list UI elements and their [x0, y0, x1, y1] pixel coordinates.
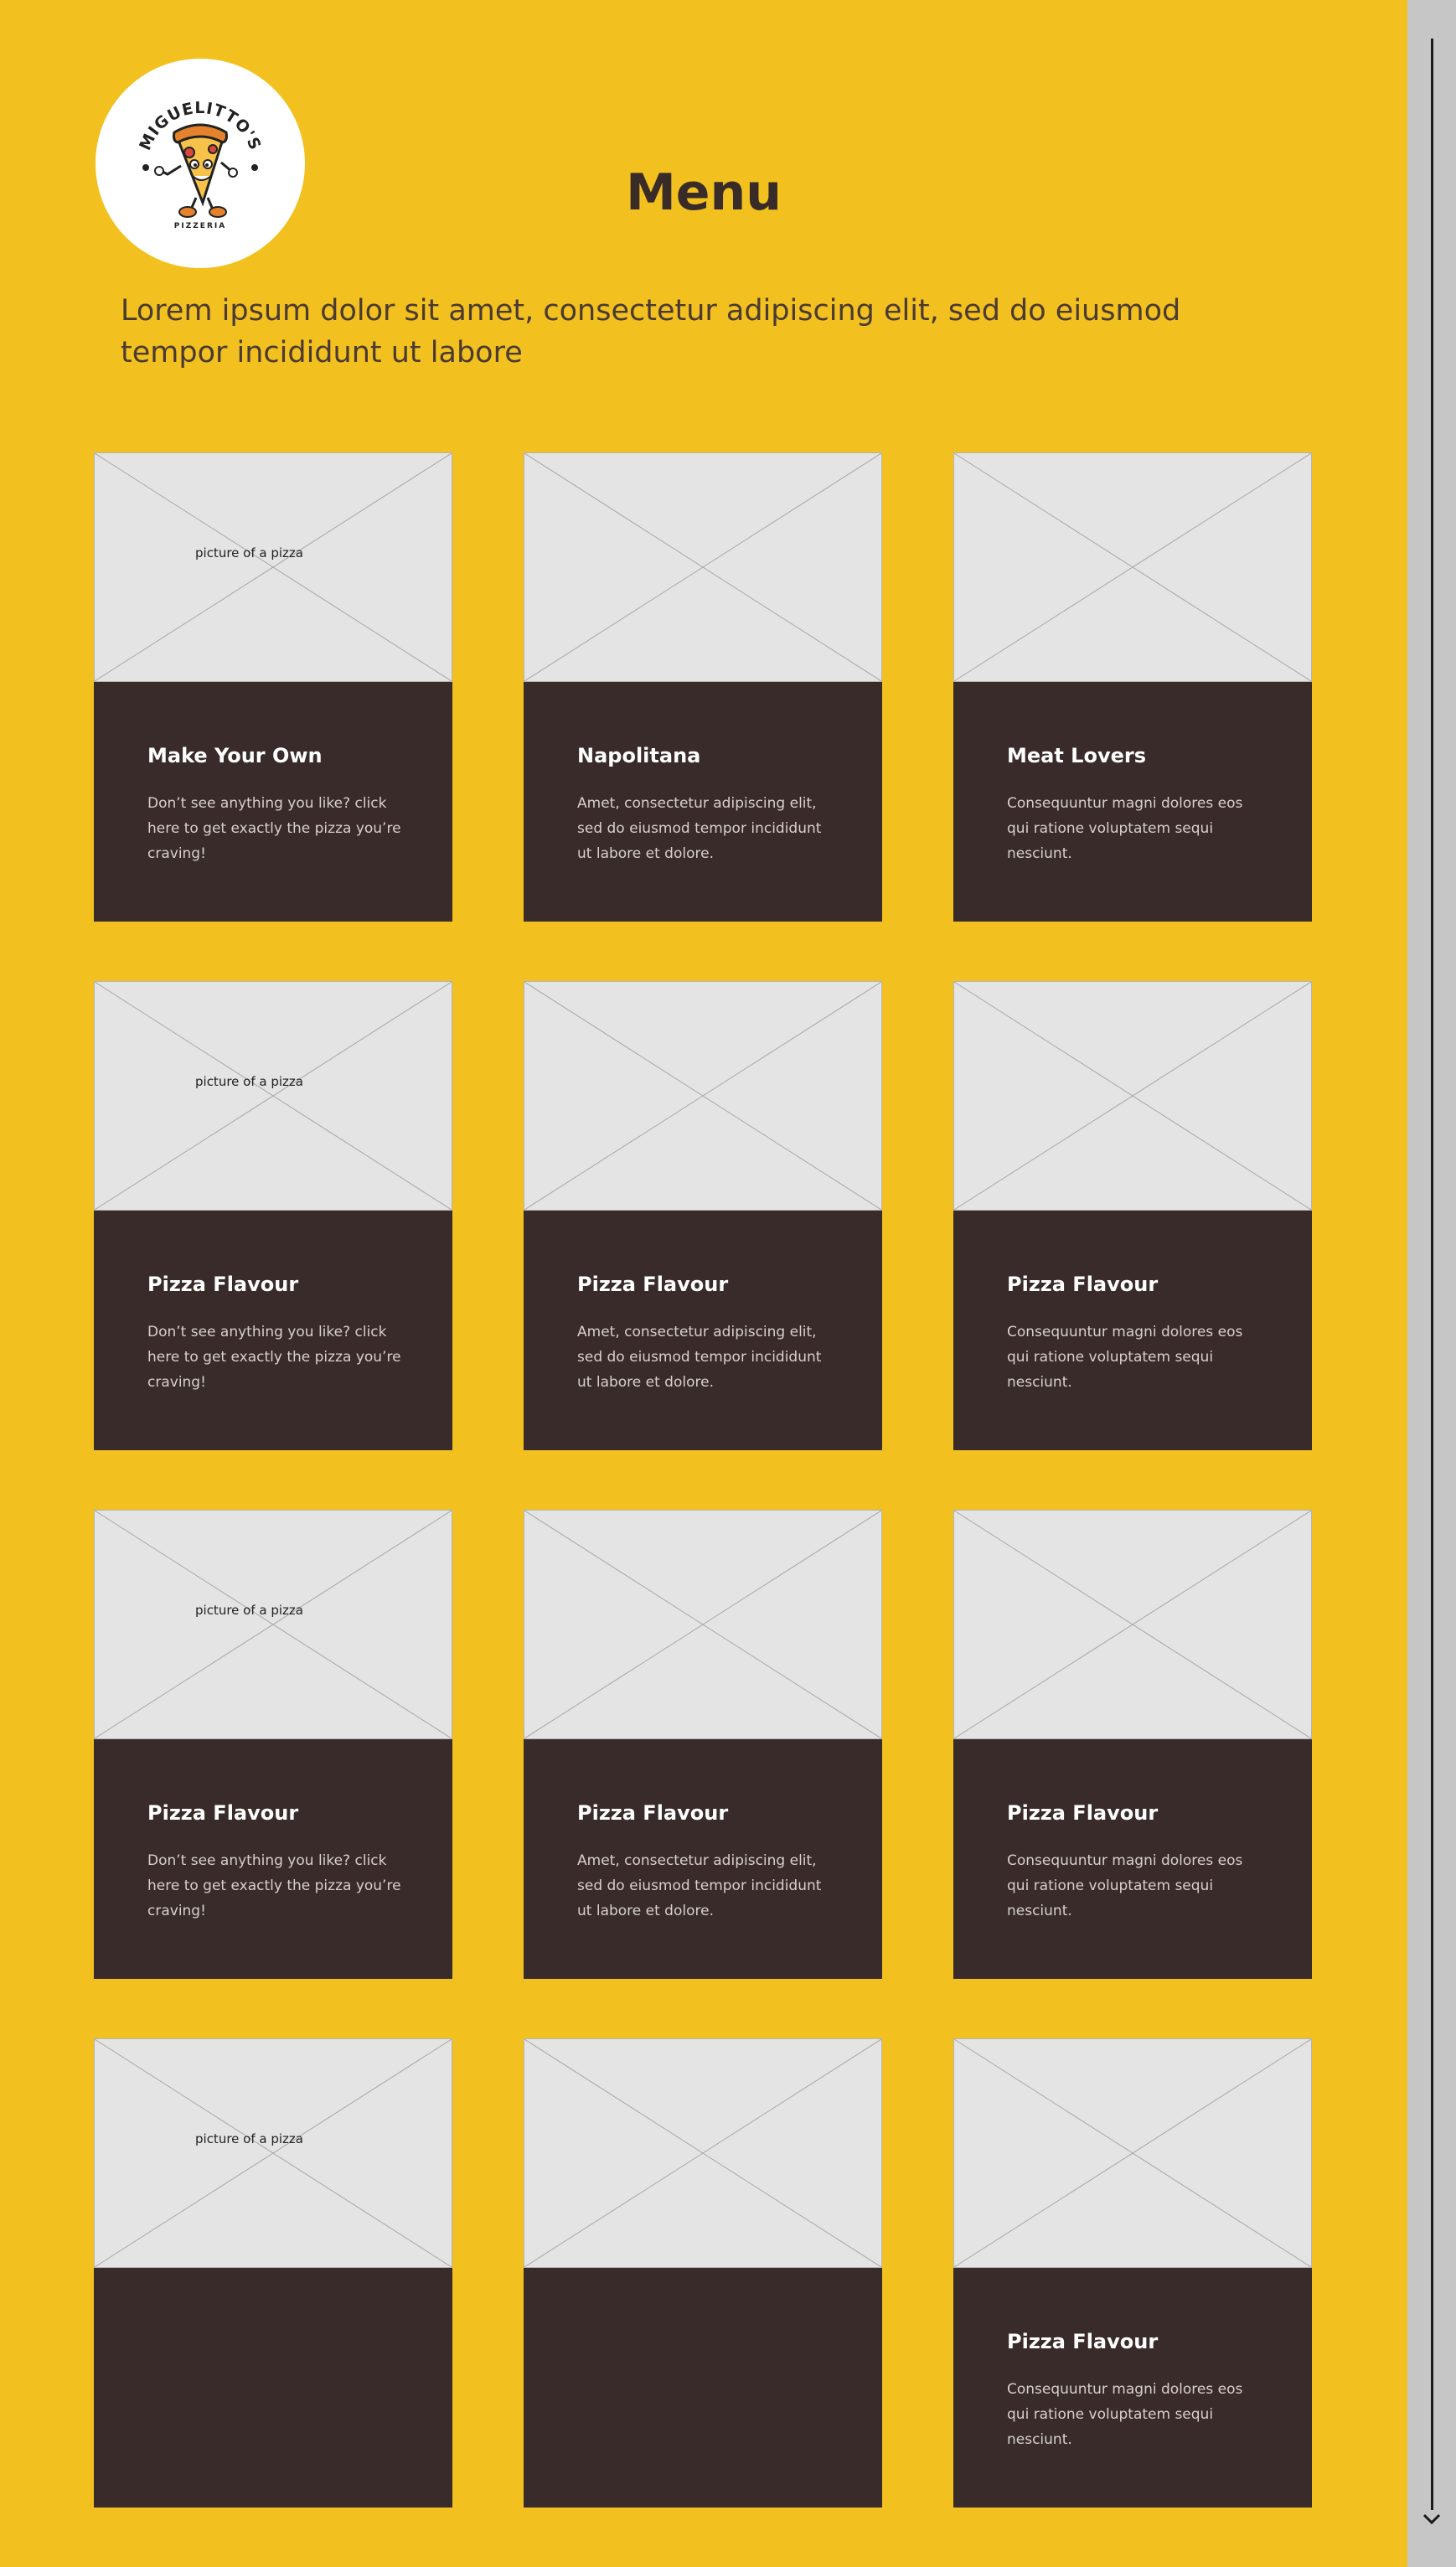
- image-placeholder-icon: [524, 453, 881, 681]
- pizza-image-placeholder[interactable]: picture of a pizza: [94, 981, 452, 1211]
- pizza-image-placeholder[interactable]: [524, 2038, 882, 2268]
- card-title: Make Your Own: [147, 744, 323, 767]
- menu-card[interactable]: Pizza Flavour Amet, consectetur adipiscin…: [524, 1510, 882, 1979]
- image-placeholder-icon: [524, 982, 881, 1210]
- scroll-thumb[interactable]: [1431, 39, 1433, 2510]
- arrow-down-icon[interactable]: [1422, 2508, 1442, 2528]
- brand-tagline: PIZZERIA: [174, 222, 226, 230]
- image-caption: picture of a pizza: [195, 1603, 303, 1618]
- image-placeholder-icon: [95, 1511, 452, 1738]
- card-body: Pizza Flavour Consequuntur magni dolores …: [953, 1211, 1312, 1450]
- image-placeholder-icon: [954, 2039, 1311, 2267]
- menu-card[interactable]: Pizza Flavour Consequuntur magni dolores …: [953, 1510, 1312, 1979]
- card-description: Don’t see anything you like? click here …: [147, 795, 401, 862]
- card-title: Pizza Flavour: [147, 1273, 299, 1296]
- card-body: [94, 2268, 452, 2508]
- pizza-image-placeholder[interactable]: picture of a pizza: [94, 2038, 452, 2268]
- card-title: Meat Lovers: [1007, 744, 1147, 767]
- brand-logo[interactable]: MIGUELITTO'S PIZZERIA: [96, 59, 305, 268]
- menu-card[interactable]: Meat Lovers Consequuntur magni dolores eo…: [953, 452, 1312, 922]
- card-description: Consequuntur magni dolores eos qui ratio…: [1007, 795, 1243, 862]
- card-body: [524, 2268, 882, 2508]
- menu-card[interactable]: picture of a pizza Pizza Flavour Don’t see…: [94, 981, 452, 1450]
- image-caption: picture of a pizza: [195, 545, 303, 560]
- menu-page: MIGUELITTO'S PIZZERIA Menu Lorem ipsum d…: [0, 0, 1407, 2567]
- pizza-image-placeholder[interactable]: [953, 452, 1312, 682]
- card-title: Pizza Flavour: [1007, 1801, 1159, 1825]
- card-description: Don’t see anything you like? click here …: [147, 1852, 401, 1919]
- card-body: Make Your Own Don’t see anything you like…: [94, 682, 452, 922]
- card-body: Pizza Flavour Amet, consectetur adipiscin…: [524, 1739, 882, 1979]
- card-body: Meat Lovers Consequuntur magni dolores eo…: [953, 682, 1312, 922]
- page-title: Menu: [626, 163, 782, 222]
- card-description: Consequuntur magni dolores eos qui ratio…: [1007, 1324, 1243, 1391]
- image-placeholder-icon: [524, 2039, 881, 2267]
- image-placeholder-icon: [95, 453, 452, 681]
- card-body: Pizza Flavour Consequuntur magni dolores …: [953, 2268, 1312, 2508]
- pizza-mascot-logo-icon: MIGUELITTO'S PIZZERIA: [136, 99, 264, 230]
- pizza-image-placeholder[interactable]: [524, 981, 882, 1211]
- card-body: Pizza Flavour Don’t see anything you like…: [94, 1739, 452, 1979]
- menu-card[interactable]: [524, 2038, 882, 2508]
- image-placeholder-icon: [95, 982, 452, 1210]
- pizza-image-placeholder[interactable]: [953, 981, 1312, 1211]
- menu-card[interactable]: picture of a pizza Make Your Own Don’t see…: [94, 452, 452, 922]
- image-placeholder-icon: [524, 1511, 881, 1738]
- card-body: Pizza Flavour Consequuntur magni dolores …: [953, 1739, 1312, 1979]
- scroll-track[interactable]: [1422, 39, 1441, 2525]
- menu-card[interactable]: picture of a pizza Pizza Flavour Don’t see…: [94, 1510, 452, 1979]
- menu-card[interactable]: Pizza Flavour Amet, consectetur adipiscin…: [524, 981, 882, 1450]
- card-title: Pizza Flavour: [577, 1273, 729, 1296]
- card-body: Pizza Flavour Amet, consectetur adipiscin…: [524, 1211, 882, 1450]
- image-caption: picture of a pizza: [195, 2131, 303, 2146]
- card-description: Don’t see anything you like? click here …: [147, 1324, 401, 1391]
- intro-text: Lorem ipsum dolor sit amet, consectetur …: [121, 294, 1181, 369]
- card-title: Napolitana: [577, 744, 701, 767]
- menu-card[interactable]: picture of a pizza: [94, 2038, 452, 2508]
- card-title: Pizza Flavour: [577, 1801, 729, 1825]
- card-body: Pizza Flavour Don’t see anything you like…: [94, 1211, 452, 1450]
- menu-card[interactable]: Pizza Flavour Consequuntur magni dolores …: [953, 2038, 1312, 2508]
- card-title: Pizza Flavour: [1007, 1273, 1159, 1296]
- card-description: Consequuntur magni dolores eos qui ratio…: [1007, 1852, 1243, 1919]
- pizza-image-placeholder[interactable]: picture of a pizza: [94, 452, 452, 682]
- image-placeholder-icon: [954, 982, 1311, 1210]
- pizza-image-placeholder[interactable]: [953, 1510, 1312, 1739]
- card-description: Consequuntur magni dolores eos qui ratio…: [1007, 2381, 1243, 2448]
- image-placeholder-icon: [954, 1511, 1311, 1738]
- card-description: Amet, consectetur adipiscing elit, sed d…: [577, 795, 822, 862]
- card-title: Pizza Flavour: [1007, 2330, 1159, 2353]
- vertical-scrollbar[interactable]: [1407, 0, 1456, 2567]
- pizza-image-placeholder[interactable]: [953, 2038, 1312, 2268]
- image-placeholder-icon: [95, 2039, 452, 2267]
- card-description: Amet, consectetur adipiscing elit, sed d…: [577, 1852, 822, 1919]
- card-description: Amet, consectetur adipiscing elit, sed d…: [577, 1324, 822, 1391]
- pizza-image-placeholder[interactable]: picture of a pizza: [94, 1510, 452, 1739]
- menu-card[interactable]: Pizza Flavour Consequuntur magni dolores …: [953, 981, 1312, 1450]
- menu-card[interactable]: Napolitana Amet, consectetur adipiscing e…: [524, 452, 882, 922]
- card-title: Pizza Flavour: [147, 1801, 299, 1825]
- image-caption: picture of a pizza: [195, 1074, 303, 1089]
- pizza-image-placeholder[interactable]: [524, 1510, 882, 1739]
- image-placeholder-icon: [954, 453, 1311, 681]
- card-body: Napolitana Amet, consectetur adipiscing e…: [524, 682, 882, 922]
- pizza-image-placeholder[interactable]: [524, 452, 882, 682]
